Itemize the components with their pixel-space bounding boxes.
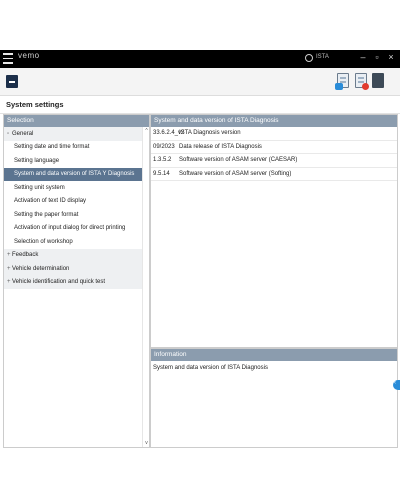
information-header: Information <box>151 349 397 361</box>
title-bar: vemo ISTA – ▫ × <box>0 50 400 68</box>
table-row: 9.5.14 Software version of ASAM server (… <box>151 168 397 181</box>
version-panel: System and data version of ISTA Diagnosi… <box>150 114 398 348</box>
book-icon[interactable] <box>372 73 384 88</box>
scroll-up-icon[interactable]: ^ <box>143 128 150 134</box>
version-description: ISTA Diagnosis version <box>179 130 241 136</box>
version-value: 09/2023 <box>153 143 175 150</box>
version-value: 9.5.14 <box>153 170 170 177</box>
table-row: 09/2023 Data release of ISTA Diagnosis <box>151 141 397 154</box>
version-table: 33.6.2.4_v2 ISTA Diagnosis version 09/20… <box>151 127 397 181</box>
version-value: 1.3.5.2 <box>153 157 172 163</box>
page-title: System settings <box>6 100 64 109</box>
tree-item-unit-system[interactable]: Setting unit system <box>4 181 143 195</box>
tree-item-system-version[interactable]: System and data version of ISTA Y Diagno… <box>4 167 143 181</box>
tree-group-general[interactable]: ▫ General <box>4 127 143 141</box>
tree-item-direct-printing[interactable]: Activation of input dialog for direct pr… <box>4 222 143 236</box>
tree-item-date-time[interactable]: Setting date and time format <box>4 141 143 155</box>
page-title-bar: System settings <box>0 96 400 114</box>
information-text: System and data version of ISTA Diagnosi… <box>153 365 268 371</box>
settings-tree: ▫ General Setting date and time format Se… <box>4 127 143 289</box>
selection-panel: Selection ▫ General Setting date and time… <box>3 114 150 448</box>
selection-scrollbar[interactable]: ^ v <box>142 127 149 447</box>
version-description: Software version of ASAM server (Softing… <box>179 170 292 177</box>
tree-group-feedback[interactable]: +Feedback <box>4 248 143 262</box>
logo-icon <box>305 54 313 62</box>
version-header: System and data version of ISTA Diagnosi… <box>151 115 397 127</box>
help-chat-icon[interactable] <box>335 73 349 90</box>
close-button[interactable]: × <box>386 52 396 62</box>
side-panel-toggle-icon[interactable]: ‹ <box>393 380 400 390</box>
tree-item-workshop[interactable]: Selection of workshop <box>4 235 143 249</box>
menu-icon[interactable] <box>3 53 13 64</box>
app-window: vemo ISTA – ▫ × System settings Selectio… <box>0 0 400 500</box>
toolbar <box>0 68 400 96</box>
report-icon[interactable] <box>355 73 369 90</box>
logo-text: ISTA <box>316 54 329 60</box>
tree-item-text-id[interactable]: Activation of text ID display <box>4 195 143 209</box>
scroll-down-icon[interactable]: v <box>143 440 150 446</box>
tree-group-vehicle-identification[interactable]: +Vehicle identification and quick test <box>4 275 143 289</box>
selection-header: Selection <box>4 115 149 127</box>
app-title: vemo <box>18 51 40 60</box>
restore-button[interactable]: ▫ <box>372 52 382 62</box>
table-row: 33.6.2.4_v2 ISTA Diagnosis version <box>151 127 397 141</box>
version-description: Data release of ISTA Diagnosis <box>179 143 262 150</box>
tree-item-language[interactable]: Setting language <box>4 154 143 168</box>
minimize-button[interactable]: – <box>358 52 368 62</box>
table-row: 1.3.5.2 Software version of ASAM server … <box>151 154 397 168</box>
version-description: Software version of ASAM server (CAESAR) <box>179 157 298 163</box>
back-icon[interactable] <box>6 75 18 88</box>
information-panel: Information System and data version of I… <box>150 348 398 448</box>
tree-group-vehicle-determination[interactable]: +Vehicle determination <box>4 262 143 276</box>
tree-item-paper-format[interactable]: Setting the paper format <box>4 208 143 222</box>
